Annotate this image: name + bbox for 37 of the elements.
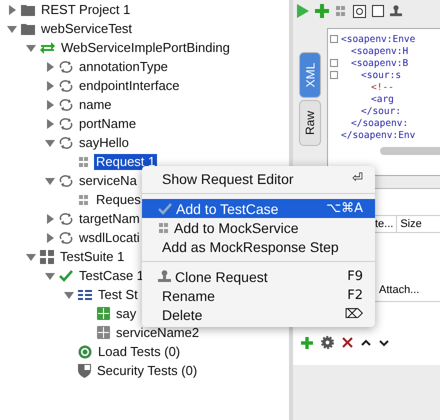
code-line: <soapenv:H	[351, 46, 408, 56]
tree-item[interactable]: Reques	[94, 192, 143, 208]
tree-item[interactable]: WebServiceImplePortBinding	[59, 40, 232, 56]
table-cell: Attach...	[379, 284, 420, 296]
tree-item[interactable]: Test St	[96, 286, 140, 302]
menu-item[interactable]: Delete ⌦	[142, 305, 375, 324]
tree-item[interactable]: TestSuite 1	[58, 248, 126, 264]
column-header: Size	[396, 216, 425, 232]
code-line: <sour:s	[361, 70, 402, 80]
tree-item[interactable]: endpointInterface	[77, 78, 182, 94]
code-line: <!--	[371, 82, 394, 92]
menu-item[interactable]: Add to TestCase ⌥⌘A	[142, 199, 375, 218]
tree-item[interactable]: Security Tests (0)	[95, 362, 200, 378]
editor-tab[interactable]: XML	[299, 52, 321, 98]
tree-item[interactable]: serviceNa	[77, 172, 139, 188]
tree-item[interactable]: portName	[77, 116, 138, 132]
menu-item[interactable]: Add as MockResponse Step	[142, 237, 375, 256]
tree-item[interactable]: Load Tests (0)	[96, 344, 182, 360]
code-line: </soapenv:Env	[341, 130, 416, 140]
tree-item[interactable]: name	[77, 96, 114, 112]
tree-item[interactable]: Request 1	[94, 154, 158, 170]
tree-item[interactable]: annotationType	[77, 58, 170, 74]
code-line: <arg	[371, 94, 394, 104]
code-line: <soapenv:B	[351, 58, 408, 68]
menu-item[interactable]: Clone Request F9	[142, 267, 375, 286]
tree-item[interactable]: targetNam	[77, 210, 142, 226]
tree-item[interactable]: REST Project 1	[39, 2, 132, 18]
tree-item[interactable]: serviceName2	[114, 324, 202, 340]
tree-item[interactable]: webServiceTest	[39, 20, 134, 36]
menu-item[interactable]: Rename F2	[142, 286, 375, 305]
tree-item[interactable]: say	[114, 306, 138, 322]
code-line: </soapenv:	[351, 118, 408, 128]
code-line: </sour:	[361, 106, 402, 116]
code-line: <soapenv:Enve	[341, 34, 416, 44]
editor-tab[interactable]: Raw	[299, 100, 321, 146]
tree-item[interactable]: sayHello	[77, 134, 131, 150]
tree-item[interactable]: wsdlLocati	[77, 230, 142, 246]
